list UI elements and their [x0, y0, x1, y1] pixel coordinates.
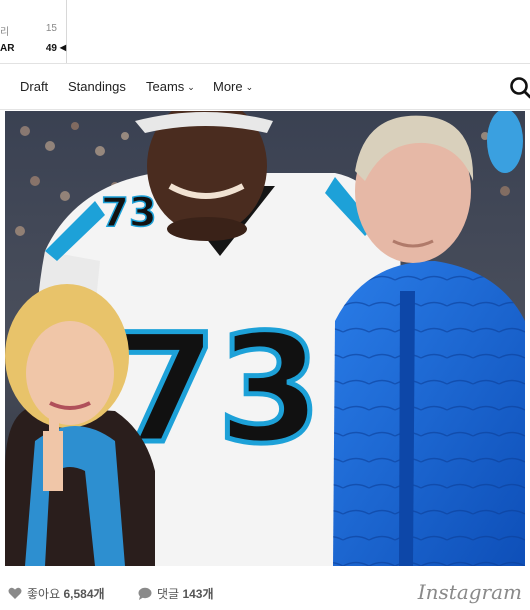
chevron-down-icon: ⌄ — [187, 82, 195, 92]
nav-item-draft[interactable]: Draft — [20, 79, 48, 94]
instagram-footer: 좋아요 6,584개 댓글 143개 Instagram — [0, 572, 530, 610]
nav-item-label: Standings — [68, 79, 126, 94]
nav-item-label: Teams — [146, 79, 185, 94]
game-score-card[interactable]: 리 15 AR 49 ◀ — [0, 0, 67, 64]
winner-caret-icon: ◀ — [59, 43, 66, 52]
instagram-wordmark[interactable]: Instagram — [418, 580, 522, 604]
team-abbr: 리 — [0, 27, 10, 38]
svg-text:73: 73 — [101, 190, 157, 236]
search-icon[interactable] — [508, 75, 530, 99]
nav-item-more[interactable]: More ⌄ — [213, 79, 253, 94]
nav-item-label: More — [213, 79, 243, 94]
likes-count: 6,584개 — [63, 587, 105, 601]
comments-stat[interactable]: 댓글 143개 — [138, 585, 214, 603]
score-strip: 리 15 AR 49 ◀ — [0, 0, 530, 64]
comment-bubble-icon — [138, 587, 152, 603]
nav-item-standings[interactable]: Standings — [68, 79, 126, 94]
score-row-home: 리 15 — [0, 23, 67, 39]
nav-item-label: Draft — [20, 79, 49, 94]
comments-label: 댓글 — [157, 587, 180, 601]
chevron-down-icon: ⌄ — [245, 82, 254, 92]
blue-pom — [487, 111, 523, 173]
score-row-away: AR 49 ◀ — [0, 43, 67, 59]
team-score: 15 — [45, 23, 57, 34]
instagram-photo[interactable]: 73 73 — [5, 111, 525, 566]
team-score: 49 — [45, 43, 57, 54]
top-navigation: Draft Standings Teams ⌄ More ⌄ — [0, 64, 530, 110]
likes-stat[interactable]: 좋아요 6,584개 — [8, 585, 105, 603]
comments-count: 143개 — [182, 587, 214, 601]
likes-label: 좋아요 — [27, 587, 61, 601]
nav-item-teams[interactable]: Teams ⌄ — [146, 79, 195, 94]
team-abbr: AR — [0, 43, 15, 54]
heart-icon — [8, 587, 22, 603]
